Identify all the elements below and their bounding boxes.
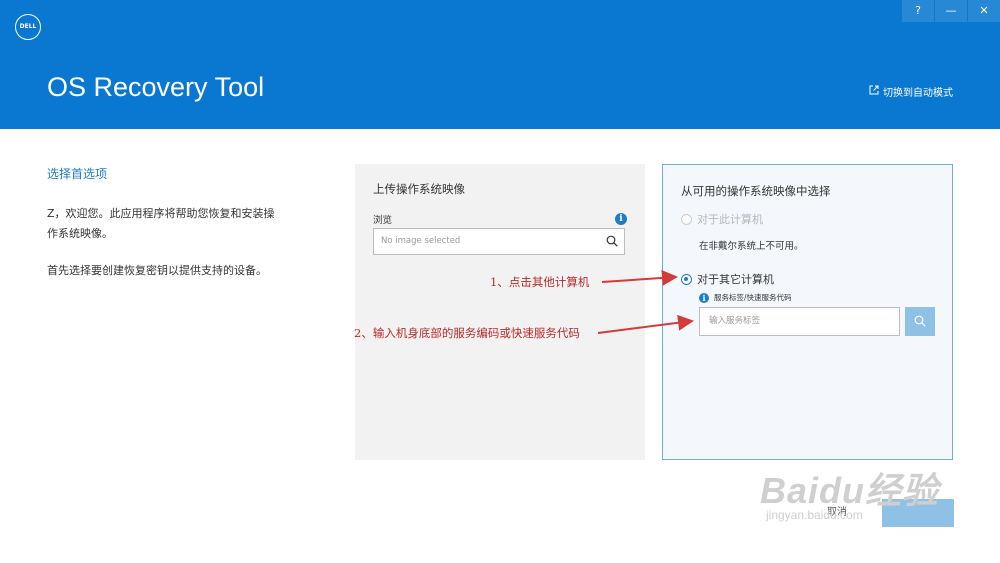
radio-other-computer[interactable] [681, 273, 692, 285]
info-icon[interactable]: i [615, 213, 627, 225]
preference-heading: 选择首选项 [47, 167, 108, 181]
annotation-step1: 1、点击其他计算机 [490, 275, 590, 289]
baidu-watermark: Baidu经验 jingyan.baidu.com [760, 462, 939, 522]
info-icon[interactable]: i [699, 292, 709, 303]
annotation-step2: 2、输入机身底部的服务编码或快速服务代码 [354, 326, 580, 340]
option-this-computer-label: 对于此计算机 [697, 213, 763, 226]
service-tag-label: i 服务标签/快速服务代码 [699, 292, 792, 303]
select-panel-title: 从可用的操作系统映像中选择 [681, 184, 831, 198]
auto-mode-label: 切换到自动模式 [883, 88, 953, 99]
not-available-note: 在非戴尔系统上不可用。 [699, 241, 804, 252]
external-link-icon [869, 85, 879, 98]
auto-mode-link[interactable]: 切换到自动模式 [869, 84, 953, 99]
option-other-computer[interactable]: 对于其它计算机 [681, 271, 774, 287]
minimize-button[interactable]: — [935, 0, 967, 22]
search-icon[interactable] [606, 235, 618, 247]
service-tag-input[interactable]: 输入服务标签 [699, 307, 900, 336]
help-icon[interactable]: ? [902, 0, 934, 22]
image-file-input[interactable]: No image selected [373, 228, 625, 255]
instruction-text: 首先选择要创建恢复密钥以提供支持的设备。 [47, 264, 267, 277]
dell-logo: DELL [15, 14, 41, 40]
option-this-computer[interactable]: 对于此计算机 [681, 211, 763, 227]
upload-image-panel[interactable]: 上传操作系统映像 浏览 i No image selected [355, 164, 645, 460]
window-controls: ? — ✕ [901, 0, 1000, 22]
image-input-placeholder: No image selected [381, 236, 461, 246]
available-images-panel[interactable]: 从可用的操作系统映像中选择 对于此计算机 在非戴尔系统上不可用。 对于其它计算机… [662, 164, 953, 460]
search-icon [914, 315, 926, 327]
app-title: OS Recovery Tool [47, 72, 265, 102]
welcome-text: Z，欢迎您。此应用程序将帮助您恢复和安装操作系统映像。 [47, 207, 275, 240]
service-tag-search-button[interactable] [905, 307, 935, 336]
option-other-computer-label: 对于其它计算机 [697, 273, 774, 286]
app-header: DELL ? — ✕ OS Recovery Tool 切换到自动模式 [0, 0, 1000, 129]
close-button[interactable]: ✕ [968, 0, 1000, 22]
upload-panel-title: 上传操作系统映像 [373, 182, 465, 196]
watermark-brand: Baidu经验 [760, 470, 940, 511]
intro-section: 选择首选项 Z，欢迎您。此应用程序将帮助您恢复和安装操作系统映像。 首先选择要创… [47, 165, 277, 298]
service-tag-label-text: 服务标签/快速服务代码 [714, 293, 792, 302]
radio-this-computer[interactable] [681, 213, 692, 225]
browse-label: 浏览 [373, 215, 393, 226]
